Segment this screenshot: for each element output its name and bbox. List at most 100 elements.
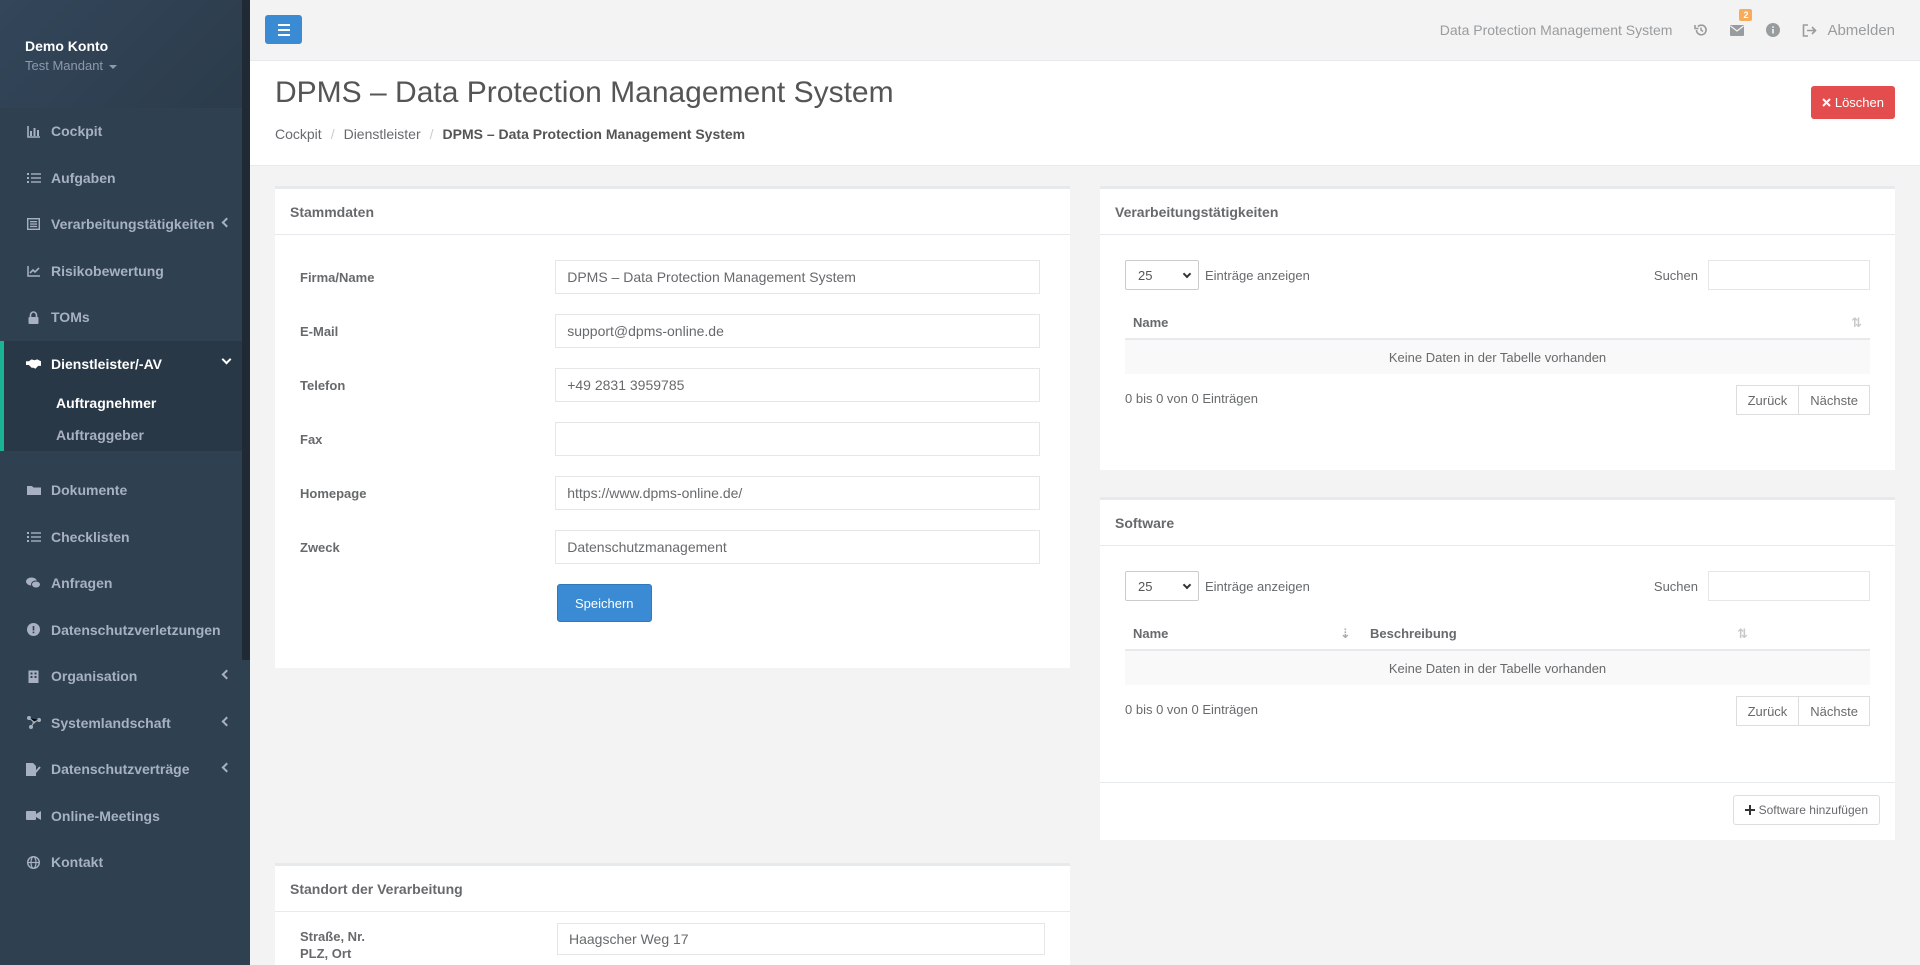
- field-zweck: Zweck Datenschutzmanagement: [300, 530, 1040, 564]
- search-input[interactable]: [1708, 260, 1870, 290]
- sidebar-item-anfragen[interactable]: Anfragen: [0, 560, 250, 607]
- panel-footer: Software hinzufügen: [1100, 782, 1895, 840]
- verarbeitung-panel: Verarbeitungstätigkeiten 25 Einträge anz…: [1100, 186, 1895, 470]
- globe-icon: [26, 855, 41, 870]
- sidebar-item-online-meetings[interactable]: Online-Meetings: [0, 793, 250, 840]
- sidebar-item-aufgaben[interactable]: Aufgaben: [0, 155, 250, 202]
- standort-panel: Standort der Verarbeitung Straße, Nr. PL…: [275, 863, 1070, 965]
- column-header-name[interactable]: Name: [1125, 615, 1168, 651]
- page-title: DPMS – Data Protection Management System: [275, 76, 894, 109]
- sidebar-item-datenschutzverletzungen[interactable]: Datenschutzverletzungen: [0, 607, 250, 654]
- sidebar-toggle-button[interactable]: [265, 15, 302, 44]
- sort-asc-icon[interactable]: ⇣: [1340, 626, 1351, 642]
- field-homepage: Homepage https://www.dpms-online.de/: [300, 476, 1040, 510]
- sidebar-item-risikobewertung[interactable]: Risikobewertung: [0, 248, 250, 295]
- lock-icon: [26, 310, 41, 325]
- sidebar-item-label: Cockpit: [51, 123, 103, 140]
- field-fax: Fax: [300, 422, 1040, 456]
- chevron-left-icon: [221, 762, 232, 773]
- notification-badge: 2: [1739, 8, 1753, 21]
- sidebar-item-verarbeitung[interactable]: Verarbeitungstätigkeiten: [0, 201, 250, 248]
- sidebar-item-dienstleister[interactable]: Dienstleister/-AV: [4, 341, 250, 388]
- tenant-dropdown[interactable]: Test Mandant: [25, 58, 225, 73]
- sidebar-item-label: Online-Meetings: [51, 807, 160, 824]
- sort-icon[interactable]: ⇅: [1851, 315, 1862, 331]
- search-label: Suchen: [1653, 267, 1698, 283]
- sidebar-item-checklisten[interactable]: Checklisten: [0, 514, 250, 561]
- address-labels: Straße, Nr. PLZ, Ort: [300, 928, 365, 962]
- delete-button[interactable]: Löschen: [1810, 86, 1895, 119]
- tasks-icon: [26, 170, 41, 185]
- street-label: Straße, Nr.: [300, 929, 366, 944]
- sidebar-item-dokumente[interactable]: Dokumente: [0, 467, 250, 514]
- email-input[interactable]: support@dpms-online.de: [555, 314, 1040, 348]
- sidebar-group-dienstleister: Dienstleister/-AV Auftragnehmer Auftragg…: [0, 340, 250, 451]
- chevron-down-icon: [1182, 269, 1192, 278]
- breadcrumb-dienstleister[interactable]: Dienstleister: [344, 126, 421, 142]
- homepage-input[interactable]: https://www.dpms-online.de/: [555, 476, 1040, 510]
- column-header-name[interactable]: Name: [1125, 304, 1168, 340]
- datatable-info: 0 bis 0 von 0 Einträgen: [1125, 702, 1258, 717]
- info-button[interactable]: [1766, 23, 1781, 37]
- sidebar-item-cockpit[interactable]: Cockpit: [0, 108, 250, 155]
- list-icon: [26, 529, 41, 544]
- app-name: Data Protection Management System: [1439, 22, 1673, 38]
- history-button[interactable]: [1694, 23, 1708, 37]
- search-label: Suchen: [1653, 578, 1698, 594]
- field-label: Zweck: [300, 539, 340, 555]
- sign-out-icon: [1803, 23, 1818, 37]
- sidebar-item-label: Kontakt: [51, 854, 104, 871]
- sidebar-scrollbar[interactable]: [242, 0, 250, 660]
- save-button[interactable]: Speichern: [557, 584, 652, 622]
- tenant-label: Test Mandant: [25, 58, 104, 73]
- page-length-value: 25: [1138, 578, 1153, 594]
- column-header-beschreibung[interactable]: Beschreibung: [1362, 615, 1457, 651]
- page-length-select[interactable]: 25: [1125, 571, 1199, 601]
- verarbeitung-table: Name ⇅ Keine Daten in der Tabelle vorhan…: [1125, 304, 1870, 374]
- comments-icon: [26, 576, 41, 591]
- next-page-button[interactable]: Nächste: [1799, 696, 1870, 726]
- fax-input[interactable]: [555, 422, 1040, 456]
- stammdaten-panel: Stammdaten Firma/Name DPMS – Data Protec…: [275, 186, 1070, 668]
- search-input[interactable]: [1708, 571, 1870, 601]
- sidebar-item-datenschutzvertraege[interactable]: Datenschutzverträge: [0, 746, 250, 793]
- sidebar-item-toms[interactable]: TOMs: [0, 294, 250, 341]
- datatable-search: Suchen: [1654, 260, 1870, 290]
- chart-icon: [26, 124, 41, 139]
- street-input[interactable]: Haagscher Weg 17: [557, 923, 1045, 955]
- sidebar-subitem-auftragnehmer[interactable]: Auftragnehmer: [4, 387, 250, 419]
- breadcrumb: Cockpit / Dienstleister / DPMS – Data Protec…: [275, 126, 745, 142]
- prev-page-button[interactable]: Zurück: [1735, 696, 1800, 726]
- software-table: Name ⇣ Beschreibung ⇅ Keine Daten in der…: [1125, 615, 1870, 685]
- pagination: Zurück Nächste: [1735, 385, 1870, 415]
- sidebar-item-kontakt[interactable]: Kontakt: [0, 839, 250, 886]
- firma-input[interactable]: DPMS – Data Protection Management System: [555, 260, 1040, 294]
- prev-page-button[interactable]: Zurück: [1735, 385, 1800, 415]
- sidebar-item-systemlandschaft[interactable]: Systemlandschaft: [0, 700, 250, 747]
- profile-name: Demo Konto: [25, 38, 109, 54]
- next-page-button[interactable]: Nächste: [1799, 385, 1870, 415]
- breadcrumb-separator: /: [330, 126, 335, 142]
- sidebar-nav-lower: Dokumente Checklisten Anfragen Datenschu…: [0, 467, 250, 886]
- sidebar-item-label: Datenschutzverletzungen: [51, 621, 221, 638]
- logout-link[interactable]: Abmelden: [1802, 22, 1895, 39]
- hamburger-icon-line: [277, 28, 290, 31]
- sidebar-item-label: Organisation: [51, 668, 138, 685]
- page-length-label: Einträge anzeigen: [1205, 578, 1310, 594]
- zweck-input[interactable]: Datenschutzmanagement: [555, 530, 1040, 564]
- add-software-button[interactable]: Software hinzufügen: [1732, 795, 1880, 825]
- messages-button[interactable]: 2: [1730, 8, 1753, 36]
- panel-title: Verarbeitungstätigkeiten: [1100, 189, 1895, 235]
- sidebar-subitem-auftraggeber[interactable]: Auftraggeber: [4, 419, 250, 451]
- add-software-label: Software hinzufügen: [1758, 803, 1868, 817]
- pagination: Zurück Nächste: [1735, 696, 1870, 726]
- chevron-left-icon: [221, 217, 232, 228]
- telefon-input[interactable]: +49 2831 3959785: [555, 368, 1040, 402]
- sort-icon[interactable]: ⇅: [1737, 626, 1748, 642]
- video-icon: [26, 808, 41, 823]
- breadcrumb-cockpit[interactable]: Cockpit: [275, 126, 322, 142]
- history-icon: [1694, 24, 1708, 36]
- sidebar-item-organisation[interactable]: Organisation: [0, 653, 250, 700]
- page-length-select[interactable]: 25: [1125, 260, 1199, 290]
- plus-icon: [1744, 805, 1755, 815]
